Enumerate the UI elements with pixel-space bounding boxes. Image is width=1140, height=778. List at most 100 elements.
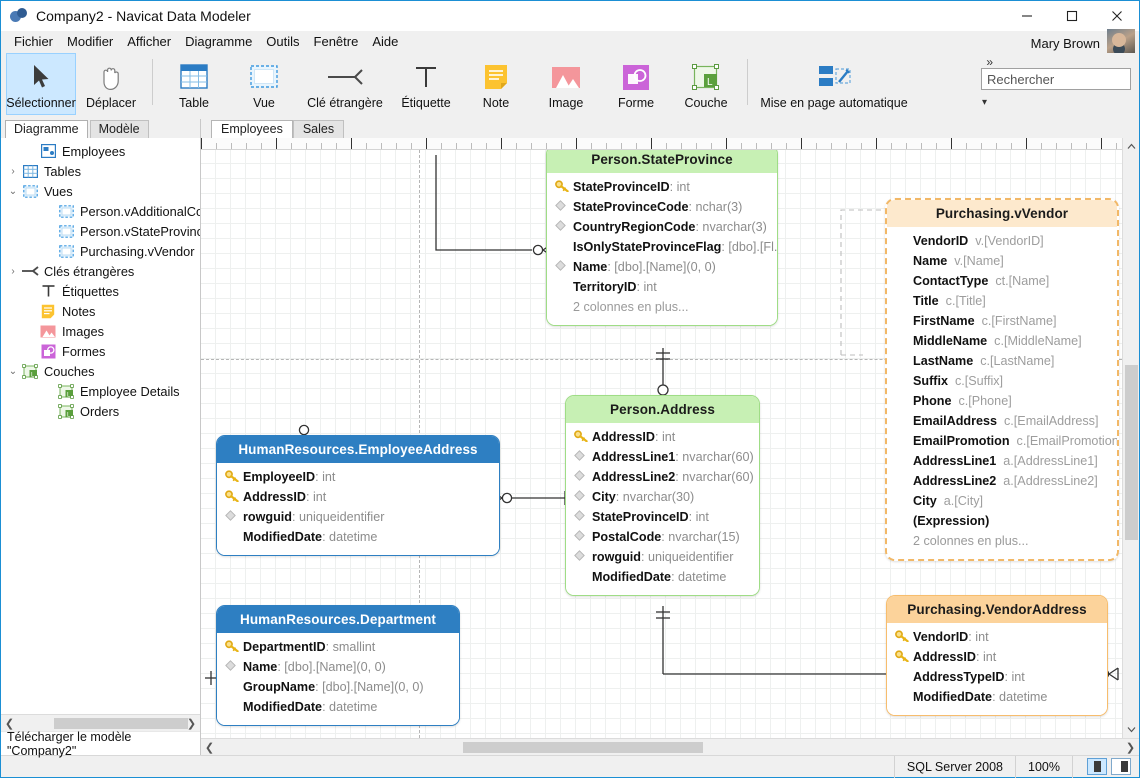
tool-move[interactable]: Déplacer	[76, 53, 146, 115]
entity-column-row[interactable]: VendorID: int	[887, 627, 1107, 647]
tree-item[interactable]: Étiquettes	[1, 281, 200, 301]
entity-column-row[interactable]: Suffix c.[Suffix]	[887, 371, 1117, 391]
entity-column-row[interactable]: AddressID: int	[217, 487, 499, 507]
entity-column-row[interactable]: Title c.[Title]	[887, 291, 1117, 311]
entity-more-columns[interactable]: 2 colonnes en plus...	[887, 531, 1117, 551]
entity-column-row[interactable]: FirstName c.[FirstName]	[887, 311, 1117, 331]
search-box[interactable]	[981, 68, 1140, 90]
tool-foreign-key[interactable]: Clé étrangère	[299, 53, 391, 115]
tree-item[interactable]: L Employee Details	[1, 381, 200, 401]
entity-column-row[interactable]: ModifiedDate: datetime	[887, 687, 1107, 707]
tab-diagramme[interactable]: Diagramme	[5, 120, 88, 138]
entity-column-row[interactable]: EmployeeID: int	[217, 467, 499, 487]
menu-modifier[interactable]: Modifier	[60, 31, 120, 53]
tree-item[interactable]: ⌄ L Couches	[1, 361, 200, 381]
tool-image[interactable]: Image	[531, 53, 601, 115]
tool-view[interactable]: Vue	[229, 53, 299, 115]
entity-column-row[interactable]: EmailAddress c.[EmailAddress]	[887, 411, 1117, 431]
tree-item[interactable]: Formes	[1, 341, 200, 361]
entity-column-row[interactable]: StateProvinceID: int	[547, 177, 777, 197]
entity-state-province[interactable]: Person.StateProvince StateProvinceID: int…	[546, 150, 778, 326]
entity-department[interactable]: HumanResources.Department DepartmentID: s…	[216, 605, 460, 726]
entity-column-row[interactable]: AddressID: int	[887, 647, 1107, 667]
entity-column-row[interactable]: ContactType ct.[Name]	[887, 271, 1117, 291]
search-input[interactable]	[982, 70, 1140, 88]
entity-column-row[interactable]: AddressLine2: nvarchar(60)	[566, 467, 759, 487]
menu-aide[interactable]: Aide	[365, 31, 405, 53]
right-pane-toggle-icon[interactable]	[1111, 758, 1131, 775]
tool-layer[interactable]: L Couche	[671, 53, 741, 115]
tree-twisty-icon[interactable]: ›	[5, 166, 21, 177]
tree-item[interactable]: Images	[1, 321, 200, 341]
entity-vendor-address[interactable]: Purchasing.VendorAddress VendorID: int Add…	[886, 595, 1108, 716]
tree-item[interactable]: L Orders	[1, 401, 200, 421]
tab-sales[interactable]: Sales	[292, 120, 345, 138]
entity-column-row[interactable]: ModifiedDate: datetime	[566, 567, 759, 587]
entity-column-row[interactable]: AddressID: int	[566, 427, 759, 447]
entity-column-row[interactable]: AddressTypeID: int	[887, 667, 1107, 687]
menu-fichier[interactable]: Fichier	[7, 31, 60, 53]
menu-diagramme[interactable]: Diagramme	[178, 31, 259, 53]
vscroll-track[interactable]	[1123, 155, 1140, 721]
close-button[interactable]	[1094, 1, 1139, 31]
tool-select[interactable]: Sélectionner	[6, 53, 76, 115]
canvas-hscroll-track[interactable]	[218, 741, 1122, 754]
entity-column-row[interactable]: IsOnlyStateProvinceFlag: [dbo].[Fl...	[547, 237, 777, 257]
vscroll-thumb[interactable]	[1124, 365, 1138, 540]
entity-column-row[interactable]: LastName c.[LastName]	[887, 351, 1117, 371]
tree-item[interactable]: Notes	[1, 301, 200, 321]
menu-fenetre[interactable]: Fenêtre	[307, 31, 366, 53]
tab-employees[interactable]: Employees	[211, 120, 293, 138]
tree-item[interactable]: › Tables	[1, 161, 200, 181]
tab-modele[interactable]: Modèle	[89, 120, 149, 138]
scroll-up-icon[interactable]	[1123, 138, 1140, 155]
tree-item[interactable]: Person.vStateProvinceCour	[1, 221, 200, 241]
hscroll-thumb[interactable]	[54, 717, 188, 729]
entity-column-row[interactable]: ModifiedDate: datetime	[217, 527, 499, 547]
tree-item[interactable]: › Clés étrangères	[1, 261, 200, 281]
diagram-canvas[interactable]: Person.StateProvince StateProvinceID: int…	[201, 150, 1122, 738]
tree-item[interactable]: ⌄ Vues	[1, 181, 200, 201]
chevron-down-icon[interactable]: ▾	[982, 97, 987, 108]
entity-column-row[interactable]: City a.[City]	[887, 491, 1117, 511]
entity-column-row[interactable]: GroupName: [dbo].[Name](0, 0)	[217, 677, 459, 697]
tree-twisty-icon[interactable]: ⌄	[5, 366, 21, 377]
entity-column-row[interactable]: rowguid: uniqueidentifier	[217, 507, 499, 527]
scroll-down-icon[interactable]	[1123, 721, 1140, 738]
entity-column-row[interactable]: StateProvinceCode: nchar(3)	[547, 197, 777, 217]
entity-column-row[interactable]: City: nvarchar(30)	[566, 487, 759, 507]
entity-column-row[interactable]: PostalCode: nvarchar(15)	[566, 527, 759, 547]
entity-column-row[interactable]: Name: [dbo].[Name](0, 0)	[547, 257, 777, 277]
entity-column-row[interactable]: DepartmentID: smallint	[217, 637, 459, 657]
tree-twisty-icon[interactable]: ›	[5, 266, 21, 277]
left-panel-hscrollbar[interactable]: ❮ ❯	[1, 714, 200, 731]
menu-outils[interactable]: Outils	[259, 31, 306, 53]
canvas-vscrollbar[interactable]	[1122, 138, 1139, 738]
tree-item[interactable]: Employees	[1, 141, 200, 161]
canvas-hscrollbar[interactable]: ❮ ❯	[201, 738, 1139, 755]
tree-item[interactable]: Purchasing.vVendor	[1, 241, 200, 261]
hscroll-track[interactable]	[18, 717, 188, 730]
entity-column-row[interactable]: AddressLine1 a.[AddressLine1]	[887, 451, 1117, 471]
entity-column-row[interactable]: CountryRegionCode: nvarchar(3)	[547, 217, 777, 237]
entity-address[interactable]: Person.Address AddressID: int AddressLine1…	[565, 395, 760, 596]
minimize-button[interactable]	[1004, 1, 1049, 31]
entity-column-row[interactable]: Name v.[Name]	[887, 251, 1117, 271]
tree-twisty-icon[interactable]: ⌄	[5, 186, 21, 197]
tool-auto-layout[interactable]: Mise en page automatique	[754, 53, 914, 115]
scroll-left-icon[interactable]: ❮	[1, 717, 18, 730]
canvas-scroll-right-icon[interactable]: ❯	[1122, 741, 1139, 754]
menu-afficher[interactable]: Afficher	[120, 31, 178, 53]
entity-more-columns[interactable]: 2 colonnes en plus...	[547, 297, 777, 317]
entity-column-row[interactable]: StateProvinceID: int	[566, 507, 759, 527]
entity-column-row[interactable]: AddressLine2 a.[AddressLine2]	[887, 471, 1117, 491]
tool-shape[interactable]: Forme	[601, 53, 671, 115]
tool-label[interactable]: Étiquette	[391, 53, 461, 115]
entity-column-row[interactable]: VendorID v.[VendorID]	[887, 231, 1117, 251]
entity-column-row[interactable]: MiddleName c.[MiddleName]	[887, 331, 1117, 351]
entity-column-row[interactable]: EmailPromotion c.[EmailPromotion]	[887, 431, 1117, 451]
entity-column-row[interactable]: AddressLine1: nvarchar(60)	[566, 447, 759, 467]
toolbar-overflow-icon[interactable]: »	[986, 55, 993, 69]
entity-column-row[interactable]: Phone c.[Phone]	[887, 391, 1117, 411]
entity-column-row[interactable]: (Expression)	[887, 511, 1117, 531]
